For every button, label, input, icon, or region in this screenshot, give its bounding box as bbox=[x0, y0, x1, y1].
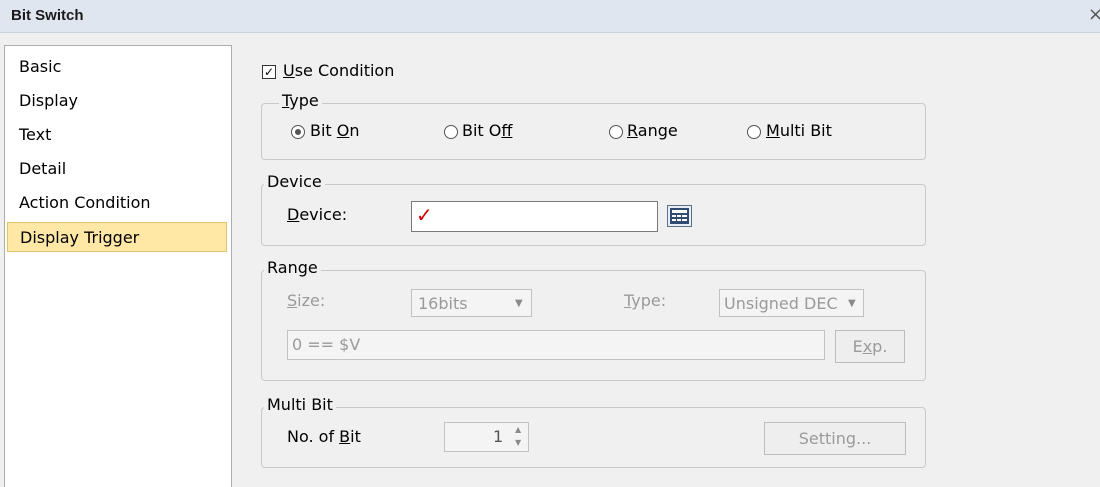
bit-count-value: 1 bbox=[493, 427, 504, 446]
group-label: Device bbox=[264, 173, 325, 191]
bit-off-label[interactable]: Bit Off bbox=[462, 121, 512, 140]
hotkey-letter: R bbox=[627, 121, 638, 140]
exp-button[interactable]: Exp. bbox=[835, 330, 905, 363]
label-text: Bit O bbox=[462, 121, 502, 140]
nav-item-text[interactable]: Text bbox=[7, 120, 227, 150]
group-label: Range bbox=[264, 259, 321, 277]
stepper-up-icon[interactable]: ▲ bbox=[515, 425, 521, 434]
label-text: ype bbox=[289, 91, 319, 110]
multi-bit-label[interactable]: Multi Bit bbox=[766, 121, 832, 140]
hotkey-letter: O bbox=[336, 121, 350, 140]
hotkey-letter: M bbox=[766, 121, 780, 140]
label-text: ange bbox=[637, 121, 678, 140]
bit-on-label[interactable]: Bit On bbox=[310, 121, 360, 140]
hotkey-letter: D bbox=[287, 205, 300, 224]
category-list: Basic Display Text Detail Action Conditi… bbox=[4, 45, 232, 487]
range-group: Range bbox=[261, 259, 926, 381]
nav-item-detail[interactable]: Detail bbox=[7, 154, 227, 184]
address-book-icon[interactable] bbox=[667, 205, 692, 227]
nav-item-action-condition[interactable]: Action Condition bbox=[7, 188, 227, 218]
chevron-down-icon: ▼ bbox=[848, 298, 856, 309]
device-field-label: Device: bbox=[287, 205, 347, 224]
label-text: n bbox=[349, 121, 360, 140]
label-text: Bit bbox=[310, 121, 337, 140]
nav-item-label: Display Trigger bbox=[20, 228, 140, 247]
size-label: Size: bbox=[287, 291, 325, 310]
label-text: ulti Bit bbox=[779, 121, 832, 140]
range-type-select[interactable]: Unsigned DEC ▼ bbox=[719, 289, 864, 317]
label-text: ype: bbox=[631, 291, 667, 310]
bit-off-radio[interactable] bbox=[444, 125, 458, 139]
size-value: 16bits bbox=[418, 294, 468, 313]
chevron-down-icon: ▼ bbox=[515, 298, 523, 309]
nav-item-label: Detail bbox=[19, 159, 67, 178]
close-icon[interactable]: × bbox=[1088, 4, 1100, 25]
expression-value: 0 == $V bbox=[292, 335, 361, 354]
nav-item-display[interactable]: Display bbox=[7, 86, 227, 116]
label-text: p. bbox=[872, 337, 888, 356]
use-condition-checkbox[interactable]: ✓ bbox=[262, 65, 276, 79]
bit-count-stepper[interactable]: 1 ▲ ▼ bbox=[444, 422, 529, 452]
nav-item-label: Text bbox=[19, 125, 52, 144]
multi-bit-radio[interactable] bbox=[747, 125, 761, 139]
range-type-value: Unsigned DEC bbox=[724, 294, 838, 313]
range-type-label: Type: bbox=[624, 291, 666, 310]
nav-item-label: Display bbox=[19, 91, 78, 110]
validation-check-icon: ✓ bbox=[416, 203, 433, 227]
range-label[interactable]: Range bbox=[627, 121, 678, 140]
window-title: Bit Switch bbox=[11, 7, 84, 24]
hotkey-letter: B bbox=[339, 427, 351, 446]
nav-item-label: Action Condition bbox=[19, 193, 151, 212]
nav-item-label: Basic bbox=[19, 57, 62, 76]
label-text: it bbox=[350, 427, 361, 446]
bit-count-label: No. of Bit bbox=[287, 427, 361, 446]
device-input[interactable]: ✓ bbox=[411, 201, 658, 232]
nav-item-display-trigger[interactable]: Display Trigger bbox=[7, 222, 227, 252]
title-bar: Bit Switch × bbox=[0, 0, 1100, 33]
nav-item-basic[interactable]: Basic bbox=[7, 52, 227, 82]
hotkey-letter: f bbox=[501, 121, 513, 140]
bit-on-radio[interactable] bbox=[291, 125, 305, 139]
hotkey-letter: S bbox=[287, 291, 298, 310]
stepper-down-icon[interactable]: ▼ bbox=[515, 438, 521, 447]
expression-input[interactable]: 0 == $V bbox=[287, 330, 825, 360]
size-select[interactable]: 16bits ▼ bbox=[411, 289, 532, 317]
hotkey-letter: x bbox=[862, 337, 873, 356]
label-text: No. of bbox=[287, 427, 340, 446]
range-radio[interactable] bbox=[609, 125, 623, 139]
use-condition-label[interactable]: Use Condition bbox=[283, 61, 394, 80]
label-text: evice: bbox=[299, 205, 348, 224]
label-text: se Condition bbox=[294, 61, 395, 80]
label-text: ize: bbox=[297, 291, 326, 310]
label-text: E bbox=[852, 337, 863, 356]
hotkey-letter: U bbox=[283, 61, 295, 80]
group-label: Type bbox=[279, 92, 322, 110]
setting-button[interactable]: Setting... bbox=[764, 422, 906, 455]
group-label: Multi Bit bbox=[264, 396, 336, 414]
address-book-icon-graphic bbox=[670, 208, 689, 224]
